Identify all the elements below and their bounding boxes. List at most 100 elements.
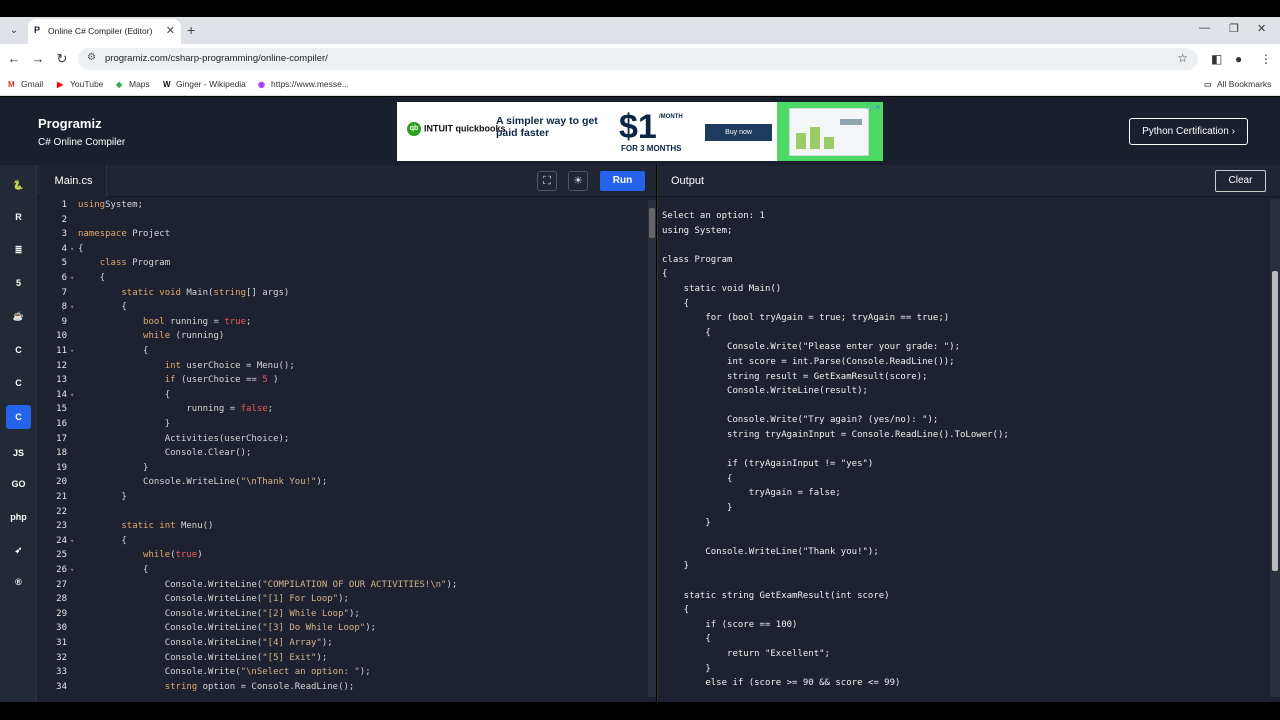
minimize-icon[interactable]: —: [1199, 22, 1210, 34]
code-line[interactable]: 34 string option = Console.ReadLine();: [37, 680, 646, 695]
line-number: 2: [61, 214, 67, 225]
code-line[interactable]: 8 ▾ {: [37, 300, 646, 315]
code-line[interactable]: 11 ▾ {: [37, 344, 646, 359]
java-icon[interactable]: ☕: [6, 304, 31, 328]
r-icon[interactable]: R: [6, 205, 31, 229]
code-line[interactable]: 2: [37, 213, 646, 228]
fold-toggle-icon[interactable]: ▾: [70, 534, 74, 549]
url-field[interactable]: ⚙ programiz.com/csharp-programming/onlin…: [78, 48, 1198, 70]
output-console[interactable]: Select an option: 1 using System; class Pr…: [662, 209, 1262, 694]
run-button[interactable]: Run: [600, 171, 645, 191]
code-line[interactable]: 32 Console.WriteLine("[5] Exit");: [37, 651, 646, 666]
bookmark-star-icon[interactable]: ☆: [1177, 51, 1188, 65]
file-tab[interactable]: Main.cs: [41, 165, 107, 197]
rust-icon[interactable]: ®: [6, 570, 31, 594]
php-icon[interactable]: php: [6, 505, 31, 529]
code-line[interactable]: 23 static int Menu(): [37, 519, 646, 534]
clear-button[interactable]: Clear: [1215, 170, 1266, 192]
code-line[interactable]: 10 while (running): [37, 329, 646, 344]
bookmark-youtube[interactable]: ▶ YouTube: [57, 79, 103, 89]
go-icon[interactable]: GO: [6, 472, 31, 496]
code-line[interactable]: 28 Console.WriteLine("[1] For Loop");: [37, 592, 646, 607]
code-line[interactable]: 24 ▾ {: [37, 534, 646, 549]
profile-avatar-icon[interactable]: ●: [1235, 52, 1242, 66]
code-line[interactable]: 17 Activities(userChoice);: [37, 432, 646, 447]
browser-tab[interactable]: P Online C# Compiler (Editor) ✕: [28, 19, 181, 44]
sql-icon[interactable]: ≣: [6, 238, 31, 262]
advertisement-banner[interactable]: qb INTUIT quickbooks A simpler way to get…: [397, 102, 883, 161]
code-line[interactable]: 31 Console.WriteLine("[4] Array");: [37, 636, 646, 651]
code-line[interactable]: 9 bool running = true;: [37, 315, 646, 330]
more-menu-icon[interactable]: ⋮: [1260, 52, 1272, 66]
code-line[interactable]: 12 int userChoice = Menu();: [37, 359, 646, 374]
bookmark-gmail[interactable]: M Gmail: [8, 79, 43, 89]
side-panel-icon[interactable]: ◧: [1211, 52, 1222, 66]
reload-icon[interactable]: ↻: [54, 51, 70, 67]
fold-toggle-icon[interactable]: ▾: [70, 563, 74, 578]
python-icon[interactable]: 🐍: [6, 173, 31, 197]
code-line[interactable]: 15 running = false;: [37, 402, 646, 417]
bookmark-wikipedia[interactable]: W Ginger - Wikipedia: [163, 79, 246, 89]
site-info-icon[interactable]: ⚙: [87, 52, 96, 63]
ad-brand: qb INTUIT quickbooks: [407, 122, 506, 136]
editor-scroll-thumb[interactable]: [649, 208, 655, 238]
editor-scrollbar[interactable]: [648, 200, 656, 697]
bookmark-maps[interactable]: ◆ Maps: [116, 79, 150, 89]
code-line[interactable]: 19 }: [37, 461, 646, 476]
code-line[interactable]: 14 ▾ {: [37, 388, 646, 403]
code-line[interactable]: 16 }: [37, 417, 646, 432]
theme-toggle-icon[interactable]: ☀: [568, 171, 588, 191]
c-icon[interactable]: C: [6, 338, 31, 362]
back-icon[interactable]: ←: [6, 51, 22, 66]
fold-toggle-icon[interactable]: ▾: [70, 300, 74, 315]
ad-buy-now-button[interactable]: Buy now: [705, 124, 772, 141]
code-text: Activities(userChoice);: [78, 433, 290, 444]
line-number: 29: [56, 608, 67, 619]
javascript-icon[interactable]: JS: [6, 441, 31, 465]
html-icon[interactable]: 5: [6, 271, 31, 295]
code-line[interactable]: 22: [37, 505, 646, 520]
all-bookmarks[interactable]: ▭ All Bookmarks: [1204, 79, 1271, 89]
code-line[interactable]: 21 }: [37, 490, 646, 505]
code-line[interactable]: 26 ▾ {: [37, 563, 646, 578]
code-line[interactable]: 5 class Program: [37, 256, 646, 271]
bookmark-messenger[interactable]: ◉ https://www.messe...: [258, 79, 349, 89]
forward-icon[interactable]: →: [30, 51, 46, 66]
fold-toggle-icon[interactable]: ▾: [70, 344, 74, 359]
code-line[interactable]: 25 while(true): [37, 548, 646, 563]
csharp-icon[interactable]: C: [6, 405, 31, 429]
line-number: 26: [56, 565, 67, 575]
code-line[interactable]: 1 usingSystem;: [37, 198, 646, 213]
close-tab-icon[interactable]: ✕: [166, 24, 175, 37]
code-line[interactable]: 4 ▾ {: [37, 242, 646, 257]
cpp-icon[interactable]: C: [6, 371, 31, 395]
programiz-logo[interactable]: Programiz: [38, 116, 102, 131]
fold-toggle-icon[interactable]: ▾: [70, 271, 74, 286]
tab-search-icon[interactable]: ⌄: [5, 22, 23, 40]
code-line[interactable]: 27 Console.WriteLine("COMPILATION OF OUR…: [37, 578, 646, 593]
code-area[interactable]: 1 usingSystem; 2 3 namespace Project 4 ▾{5 cla…: [37, 197, 646, 697]
fullscreen-icon[interactable]: ⛶: [537, 171, 557, 191]
code-line[interactable]: 7 static void Main(string[] args): [37, 286, 646, 301]
close-window-icon[interactable]: ✕: [1257, 22, 1266, 35]
swift-icon[interactable]: ➶: [6, 538, 31, 562]
code-text: static int Menu(): [121, 521, 214, 532]
line-number: 11: [56, 346, 67, 356]
code-line[interactable]: 3 namespace Project: [37, 227, 646, 242]
ad-close-icon[interactable]: ⓘ✕: [866, 102, 881, 113]
code-line[interactable]: 13 if (userChoice == 5 ): [37, 373, 646, 388]
fold-toggle-icon[interactable]: ▾: [70, 388, 74, 403]
code-line[interactable]: 18 Console.Clear();: [37, 446, 646, 461]
new-tab-icon[interactable]: +: [187, 22, 195, 38]
output-scrollbar[interactable]: [1270, 199, 1280, 697]
code-line[interactable]: 33 Console.Write("\nSelect an option: ")…: [37, 665, 646, 680]
code-line[interactable]: 20 Console.WriteLine("\nThank You!");: [37, 475, 646, 490]
restore-icon[interactable]: ❐: [1229, 22, 1239, 35]
python-certification-button[interactable]: Python Certification ›: [1129, 118, 1248, 145]
site-header: Programiz C# Online Compiler qb INTUIT qu…: [0, 97, 1280, 165]
output-scroll-thumb[interactable]: [1272, 271, 1278, 571]
code-line[interactable]: 29 Console.WriteLine("[2] While Loop");: [37, 607, 646, 622]
fold-toggle-icon[interactable]: ▾: [70, 242, 74, 257]
code-line[interactable]: 6 ▾ {: [37, 271, 646, 286]
code-line[interactable]: 30 Console.WriteLine("[3] Do While Loop"…: [37, 621, 646, 636]
